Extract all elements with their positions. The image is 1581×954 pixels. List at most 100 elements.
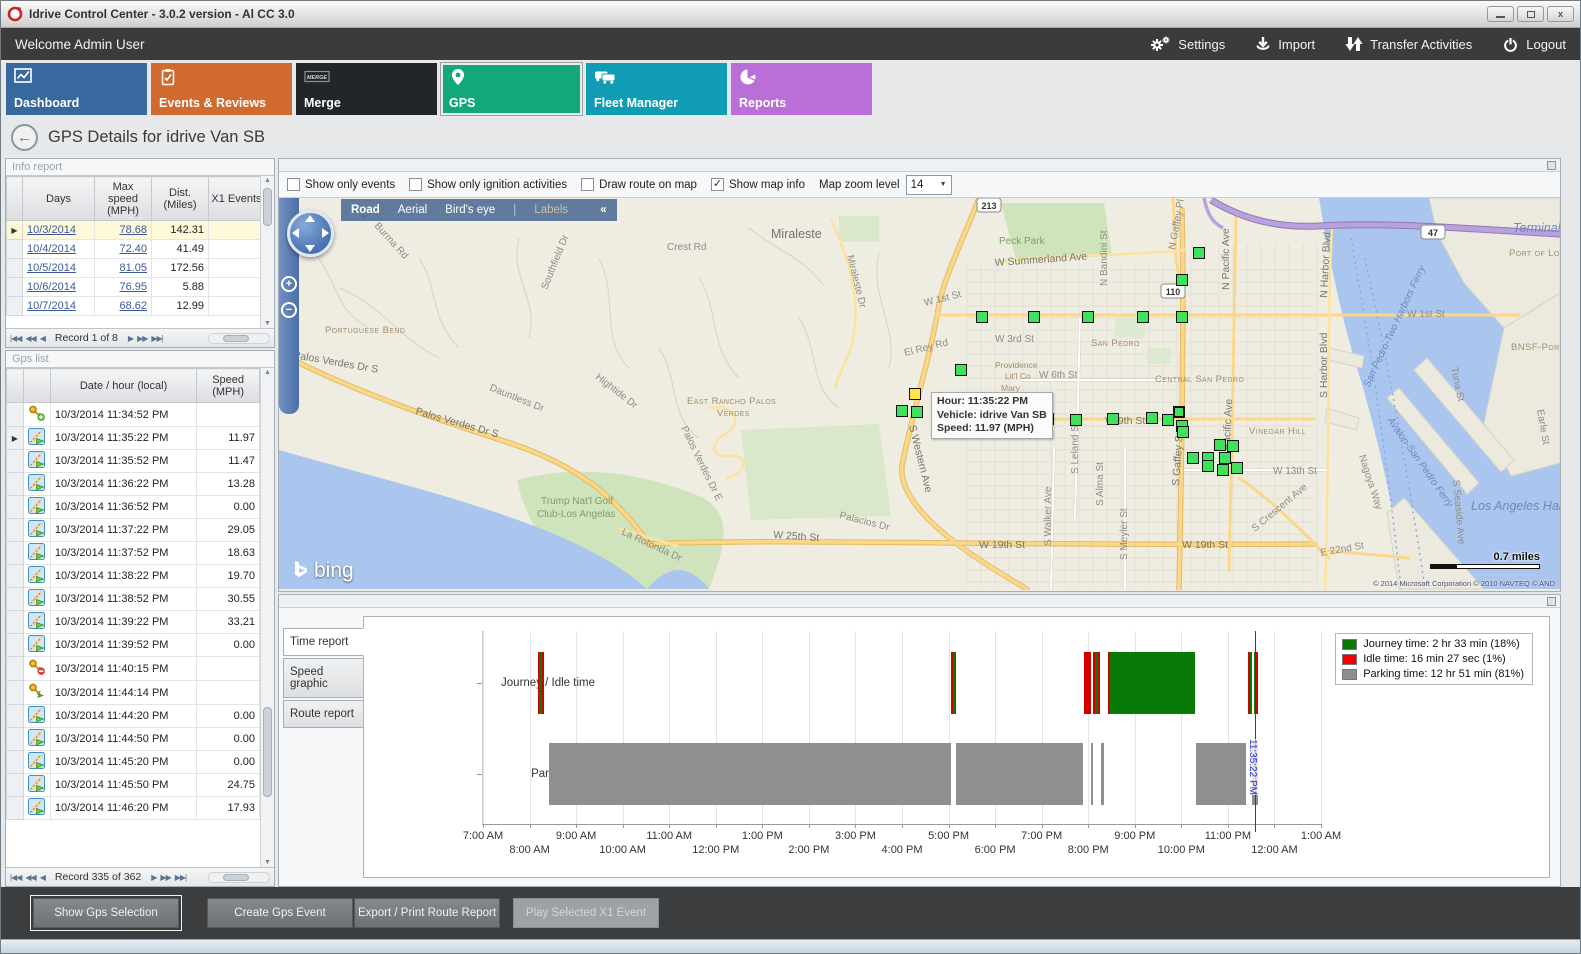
checkbox-unchecked-icon[interactable] bbox=[287, 178, 300, 191]
pan-right-icon[interactable] bbox=[322, 228, 329, 238]
map-option-show-only-events[interactable]: Show only events bbox=[287, 178, 395, 191]
pager-prev-button[interactable]: ◀◀ bbox=[25, 873, 35, 882]
gps-point-marker[interactable] bbox=[1082, 311, 1094, 323]
datetime-cell[interactable]: 10/3/2014 11:37:52 PM bbox=[50, 542, 196, 565]
datetime-cell[interactable]: 10/3/2014 11:45:50 PM bbox=[50, 774, 196, 797]
nav-tile-dashboard[interactable]: Dashboard bbox=[6, 63, 147, 115]
datetime-cell[interactable]: 10/3/2014 11:39:22 PM bbox=[50, 611, 196, 634]
datetime-cell[interactable]: 10/3/2014 11:40:15 PM bbox=[50, 657, 196, 681]
day-cell[interactable]: 10/4/2014 bbox=[23, 240, 95, 259]
max-speed-link[interactable]: 72.40 bbox=[119, 243, 147, 255]
datetime-cell[interactable]: 10/3/2014 11:44:14 PM bbox=[50, 681, 196, 705]
gps-list-row[interactable]: ▶10/3/2014 11:35:22 PM11.97 bbox=[7, 427, 260, 450]
map-viewport[interactable]: 21311047 Burma RdSouthfield DrCrest RdMi… bbox=[279, 198, 1560, 591]
map-zoom-level-select[interactable]: 14▼ bbox=[906, 175, 952, 195]
maximize-icon[interactable] bbox=[1517, 6, 1544, 22]
gps-point-marker[interactable] bbox=[1219, 452, 1231, 464]
pager-next-button[interactable]: ▶▶| bbox=[175, 873, 186, 882]
datetime-cell[interactable]: 10/3/2014 11:39:52 PM bbox=[50, 634, 196, 657]
map-panel-collapse-button[interactable] bbox=[1547, 161, 1556, 170]
chart-panel-collapse-button[interactable] bbox=[1547, 597, 1556, 606]
gps-list-row[interactable]: 10/3/2014 11:36:52 PM0.00 bbox=[7, 496, 260, 519]
day-cell[interactable]: 10/5/2014 bbox=[23, 259, 95, 278]
checkbox-checked-icon[interactable]: ✓ bbox=[711, 178, 724, 191]
action-import[interactable]: Import bbox=[1255, 36, 1315, 52]
create-gps-event-button[interactable]: Create Gps Event bbox=[207, 898, 353, 928]
gps-point-marker[interactable] bbox=[1214, 439, 1226, 451]
close-icon[interactable]: x bbox=[1547, 6, 1574, 22]
gps-point-marker[interactable] bbox=[1231, 462, 1243, 474]
pager-next-button[interactable]: ▶ bbox=[151, 873, 156, 882]
action-transfer-activities[interactable]: Transfer Activities bbox=[1345, 36, 1472, 52]
gps-list-row[interactable]: 10/3/2014 11:39:22 PM33.21 bbox=[7, 611, 260, 634]
max-speed-cell[interactable]: 76.95 bbox=[95, 278, 152, 297]
column-header[interactable]: Days bbox=[23, 177, 95, 221]
map-view-tab-road[interactable]: Road bbox=[351, 204, 380, 216]
datetime-cell[interactable]: 10/3/2014 11:45:20 PM bbox=[50, 751, 196, 774]
datetime-cell[interactable]: 10/3/2014 11:36:22 PM bbox=[50, 473, 196, 496]
info-table-scrollbar[interactable]: ▲ ▼ bbox=[260, 176, 274, 328]
pager-hscrollbar[interactable] bbox=[208, 872, 270, 883]
pan-left-icon[interactable] bbox=[292, 228, 299, 238]
pager-hscrollbar[interactable] bbox=[208, 333, 270, 344]
map-view-tab-bird-s-eye[interactable]: Bird's eye bbox=[445, 204, 495, 216]
gps-list-row[interactable]: 10/3/2014 11:45:50 PM24.75 bbox=[7, 774, 260, 797]
max-speed-cell[interactable]: 72.40 bbox=[95, 240, 152, 259]
back-arrow-button[interactable]: ← bbox=[11, 124, 38, 151]
datetime-cell[interactable]: 10/3/2014 11:38:52 PM bbox=[50, 588, 196, 611]
checkbox-unchecked-icon[interactable] bbox=[581, 178, 594, 191]
gps-point-marker[interactable] bbox=[1028, 311, 1040, 323]
info-report-row[interactable]: 10/7/201468.6212.99 bbox=[7, 297, 261, 316]
gps-list-row[interactable]: 10/3/2014 11:36:22 PM13.28 bbox=[7, 473, 260, 496]
datetime-cell[interactable]: 10/3/2014 11:46:20 PM bbox=[50, 797, 196, 820]
datetime-cell[interactable]: 10/3/2014 11:35:22 PM bbox=[50, 427, 196, 450]
zoom-in-icon[interactable]: + bbox=[281, 276, 297, 292]
gps-point-marker[interactable] bbox=[896, 405, 908, 417]
chart-tab-time-report[interactable]: Time report bbox=[283, 628, 364, 656]
action-logout[interactable]: Logout bbox=[1502, 36, 1566, 53]
gps-point-marker[interactable] bbox=[1176, 311, 1188, 323]
gps-list-row[interactable]: 10/3/2014 11:37:22 PM29.05 bbox=[7, 519, 260, 542]
gps-list-row[interactable]: 10/3/2014 11:44:50 PM0.00 bbox=[7, 728, 260, 751]
day-cell[interactable]: 10/3/2014 bbox=[23, 221, 95, 240]
gps-point-marker[interactable] bbox=[1193, 247, 1205, 259]
export-print-route-report-button[interactable]: Export / Print Route Report bbox=[354, 898, 500, 928]
pager-next-button[interactable]: ▶▶ bbox=[137, 334, 147, 343]
gps-point-marker[interactable] bbox=[1107, 413, 1119, 425]
max-speed-cell[interactable]: 81.05 bbox=[95, 259, 152, 278]
pager-prev-button[interactable]: |◀◀ bbox=[10, 873, 21, 882]
gps-point-marker[interactable] bbox=[911, 406, 923, 418]
zoom-out-icon[interactable]: − bbox=[281, 302, 297, 318]
scroll-down-icon[interactable]: ▼ bbox=[261, 859, 274, 866]
gps-table-scrollbar[interactable]: ▲ ▼ bbox=[260, 368, 274, 867]
info-report-row[interactable]: ▶10/3/201478.68142.31 bbox=[7, 221, 261, 240]
pager-prev-button[interactable]: ◀ bbox=[40, 873, 45, 882]
gps-point-marker[interactable] bbox=[1227, 440, 1239, 452]
gps-list-row[interactable]: 10/3/2014 11:46:20 PM17.93 bbox=[7, 797, 260, 820]
datetime-cell[interactable]: 10/3/2014 11:35:52 PM bbox=[50, 450, 196, 473]
map-option-show-only-ignition-activities[interactable]: Show only ignition activities bbox=[409, 178, 567, 191]
day-cell[interactable]: 10/7/2014 bbox=[23, 297, 95, 316]
selected-gps-point-marker[interactable] bbox=[909, 388, 921, 400]
nav-tile-events-reviews[interactable]: Events & Reviews bbox=[151, 63, 292, 115]
pager-next-button[interactable]: ▶ bbox=[128, 334, 133, 343]
day-cell[interactable]: 10/6/2014 bbox=[23, 278, 95, 297]
map-option-draw-route-on-map[interactable]: Draw route on map bbox=[581, 178, 697, 191]
map-option-show-map-info[interactable]: ✓Show map info bbox=[711, 178, 805, 191]
datetime-cell[interactable]: 10/3/2014 11:44:20 PM bbox=[50, 705, 196, 728]
gps-list-row[interactable]: 10/3/2014 11:38:22 PM19.70 bbox=[7, 565, 260, 588]
nav-tile-reports[interactable]: Reports bbox=[731, 63, 872, 115]
gps-list-row[interactable]: 10/3/2014 11:34:52 PM bbox=[7, 403, 260, 427]
gps-point-marker[interactable] bbox=[1217, 464, 1229, 476]
gps-point-marker[interactable] bbox=[1173, 406, 1185, 418]
max-speed-link[interactable]: 76.95 bbox=[119, 281, 147, 293]
gps-list-row[interactable]: 10/3/2014 11:39:52 PM0.00 bbox=[7, 634, 260, 657]
map-compass-control[interactable] bbox=[287, 210, 334, 257]
scroll-up-icon[interactable]: ▲ bbox=[261, 177, 274, 184]
max-speed-link[interactable]: 81.05 bbox=[119, 262, 147, 274]
day-link[interactable]: 10/6/2014 bbox=[27, 281, 76, 293]
pager-prev-button[interactable]: ◀ bbox=[40, 334, 45, 343]
day-link[interactable]: 10/5/2014 bbox=[27, 262, 76, 274]
gps-point-marker[interactable] bbox=[1146, 412, 1158, 424]
gps-point-marker[interactable] bbox=[1176, 274, 1188, 286]
